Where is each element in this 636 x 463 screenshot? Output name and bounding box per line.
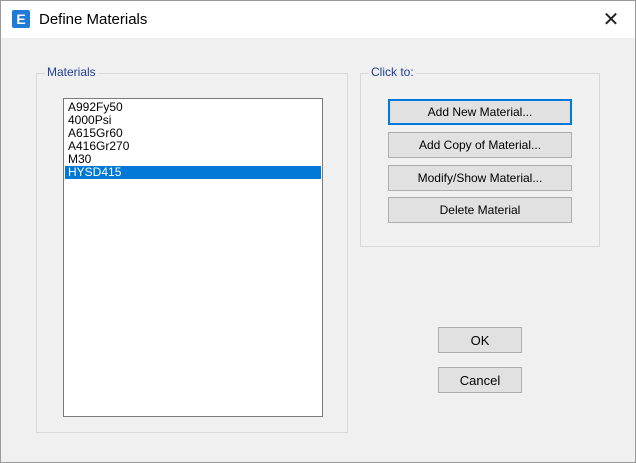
etabs-app-icon: E [12, 10, 30, 28]
close-icon: ✕ [602, 9, 620, 31]
close-button[interactable]: ✕ [593, 6, 629, 34]
add-new-material-button[interactable]: Add New Material... [388, 99, 572, 125]
dialog-title: Define Materials [39, 11, 148, 28]
material-list-item[interactable]: A416Gr270 [65, 140, 321, 153]
material-list-item[interactable]: HYSD415 [65, 166, 321, 179]
click-to-legend: Click to: [369, 65, 416, 79]
ok-button[interactable]: OK [438, 327, 522, 353]
materials-legend: Materials [45, 65, 98, 79]
cancel-button[interactable]: Cancel [438, 367, 522, 393]
define-materials-dialog: E Define Materials ✕ Materials A992Fy50 4… [0, 0, 636, 463]
add-copy-of-material-button[interactable]: Add Copy of Material... [388, 132, 572, 158]
title-bar[interactable]: E Define Materials ✕ [1, 1, 635, 38]
modify-show-material-button[interactable]: Modify/Show Material... [388, 165, 572, 191]
delete-material-button[interactable]: Delete Material [388, 197, 572, 223]
materials-list: A992Fy50 4000Psi A615Gr60 A416Gr270 M30 HYSD4… [64, 99, 322, 179]
materials-listbox[interactable]: A992Fy50 4000Psi A615Gr60 A416Gr270 M30 HYSD4… [63, 98, 323, 417]
